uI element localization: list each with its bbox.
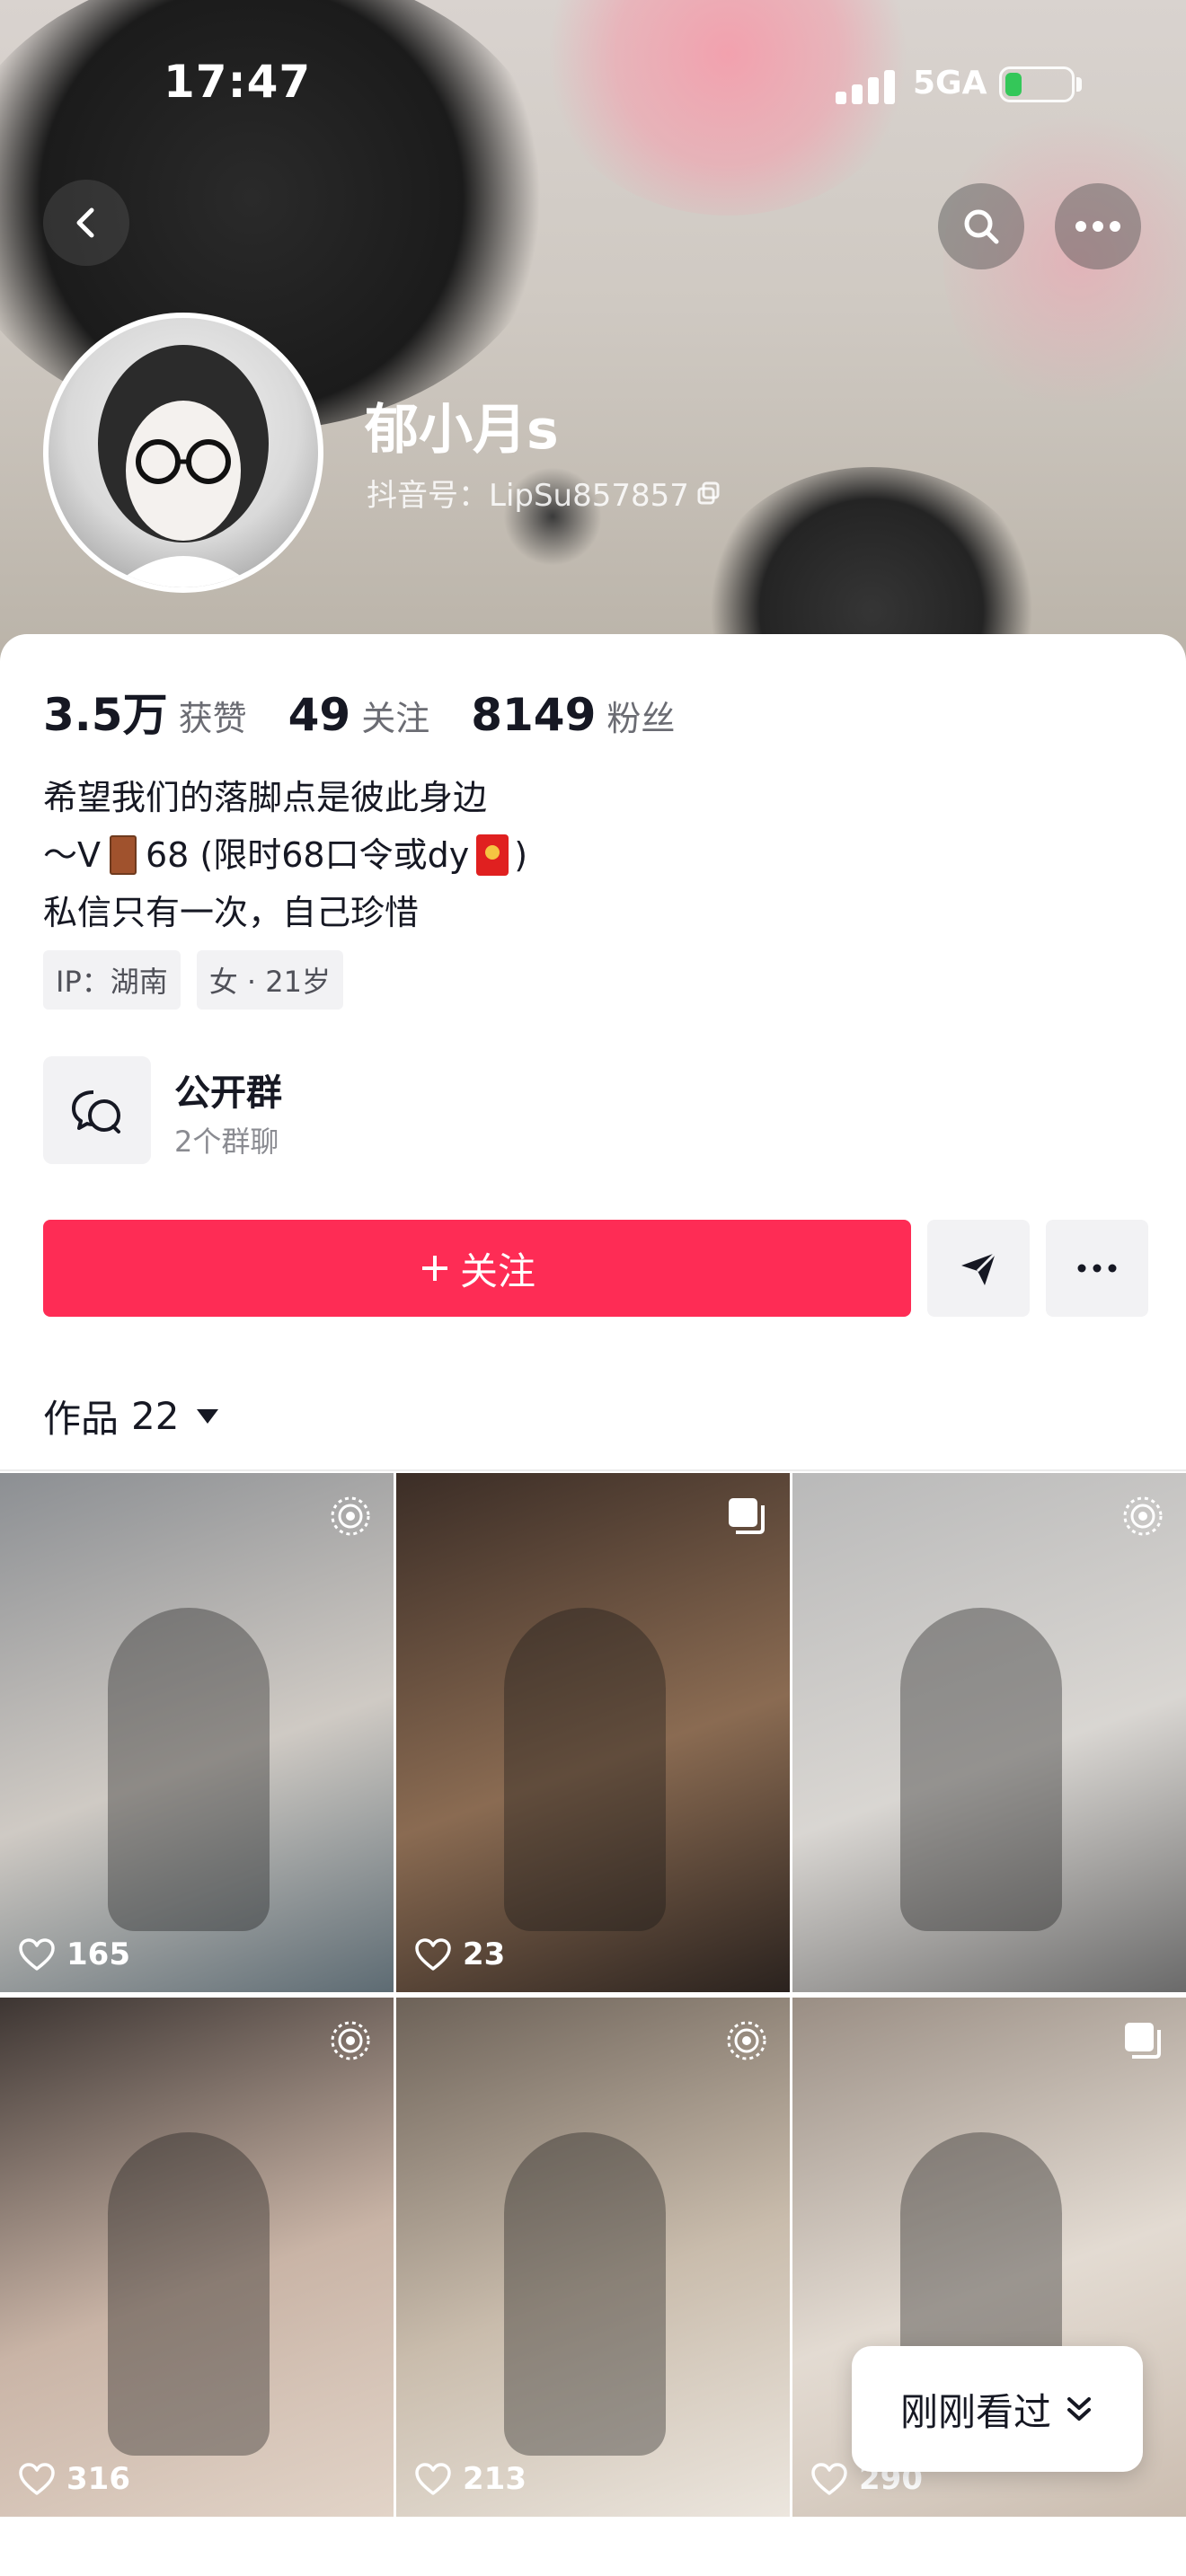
divider bbox=[0, 1469, 1186, 1471]
more-actions-button[interactable] bbox=[1046, 1220, 1148, 1317]
more-dots-icon bbox=[1075, 221, 1120, 232]
follow-button-label: 关注 bbox=[459, 1248, 535, 1293]
douyin-id[interactable]: 抖音号：LipSu857857 bbox=[367, 471, 721, 515]
tab-works-label: 作品 bbox=[43, 1397, 119, 1441]
signal-icon bbox=[836, 68, 898, 104]
douyin-id-text: 抖音号：LipSu857857 bbox=[367, 478, 689, 514]
battery-cap bbox=[1076, 77, 1082, 92]
tag-ip-location: IP：湖南 bbox=[43, 950, 181, 1010]
bio-line-2-suffix: ) bbox=[514, 835, 528, 875]
video-thumbnail-figure bbox=[108, 2132, 270, 2456]
image-stack-icon bbox=[1121, 2019, 1164, 2066]
nickname: 郁小月s bbox=[365, 399, 559, 462]
tab-works-count: 22 bbox=[131, 1394, 180, 1438]
search-icon bbox=[964, 209, 999, 244]
avatar-illustration bbox=[98, 345, 269, 587]
double-chevron-down-icon bbox=[1067, 2397, 1091, 2421]
stat-following[interactable]: 49 关注 bbox=[288, 689, 430, 741]
video-like-count: 165 bbox=[18, 1936, 130, 1972]
video-like-number: 165 bbox=[66, 1936, 130, 1972]
recently-viewed-button[interactable]: 刚刚看过 bbox=[852, 2346, 1143, 2472]
stat-followers[interactable]: 8149 粉丝 bbox=[471, 689, 675, 741]
stat-followers-label: 粉丝 bbox=[606, 699, 676, 738]
heart-icon bbox=[19, 2463, 55, 2495]
live-photo-icon bbox=[1121, 1495, 1164, 1541]
stat-likes-value: 3.5万 bbox=[43, 689, 168, 741]
live-photo-icon bbox=[329, 2019, 372, 2066]
more-button[interactable] bbox=[1055, 183, 1141, 269]
network-label: 5GA bbox=[913, 65, 987, 101]
copy-icon[interactable] bbox=[696, 481, 721, 506]
profile-cover: 17:47 5GA 郁小月s 抖音号：LipSu857857 bbox=[0, 0, 1186, 683]
image-stack-icon bbox=[725, 1495, 768, 1541]
bio-line-2-middle: 68 (限时68口令或dy bbox=[146, 835, 470, 875]
video-like-number: 213 bbox=[463, 2461, 527, 2497]
stat-followers-value: 8149 bbox=[471, 689, 597, 741]
chevron-left-icon bbox=[76, 207, 94, 238]
profile-tags: IP：湖南 女 · 21岁 bbox=[43, 950, 343, 1010]
stat-likes-label: 获赞 bbox=[178, 699, 247, 738]
profile-stats: 3.5万 获赞 49 关注 8149 粉丝 bbox=[43, 679, 716, 744]
recently-viewed-label: 刚刚看过 bbox=[899, 2389, 1051, 2434]
video-like-count: 213 bbox=[414, 2461, 527, 2497]
stat-likes: 3.5万 获赞 bbox=[43, 679, 247, 744]
heart-icon bbox=[415, 2463, 451, 2495]
group-title: 公开群 bbox=[174, 1072, 282, 1114]
video-thumbnail-figure bbox=[504, 2132, 666, 2456]
bio: 希望我们的落脚点是彼此身边 ～V 68 (限时68口令或dy ) 私信只有一次，… bbox=[43, 769, 527, 941]
video-like-count: 316 bbox=[18, 2461, 130, 2497]
door-emoji-icon bbox=[110, 835, 137, 875]
video-thumbnail-figure bbox=[900, 1608, 1062, 1931]
video-like-count: 23 bbox=[414, 1936, 505, 1972]
back-button[interactable] bbox=[43, 180, 129, 266]
avatar[interactable] bbox=[43, 313, 323, 593]
bio-line-2-prefix: ～V bbox=[43, 835, 101, 875]
heart-icon bbox=[19, 1938, 55, 1971]
group-chat-icon bbox=[43, 1056, 151, 1164]
status-time: 17:47 bbox=[164, 56, 312, 108]
bio-line-3: 私信只有一次，自己珍惜 bbox=[43, 893, 420, 932]
video-tile[interactable]: 23 bbox=[396, 1473, 790, 1992]
group-subtitle: 2个群聊 bbox=[174, 1125, 279, 1159]
heart-icon bbox=[811, 2463, 847, 2495]
plus-icon bbox=[421, 1256, 447, 1281]
live-photo-icon bbox=[329, 1495, 372, 1541]
red-envelope-emoji-icon bbox=[476, 834, 509, 876]
video-thumbnail-figure bbox=[108, 1608, 270, 1931]
public-group-entry[interactable]: 公开群 2个群聊 bbox=[43, 1056, 582, 1164]
bio-line-1: 希望我们的落脚点是彼此身边 bbox=[43, 778, 488, 817]
video-like-number: 316 bbox=[66, 2461, 130, 2497]
video-like-number: 23 bbox=[463, 1936, 506, 1972]
video-tile[interactable]: 165 bbox=[0, 1473, 394, 1992]
more-dots-icon bbox=[1077, 1264, 1117, 1273]
message-button[interactable] bbox=[927, 1220, 1030, 1317]
video-tile[interactable]: 213 bbox=[396, 1998, 790, 2517]
tab-works[interactable]: 作品 22 bbox=[43, 1389, 219, 1443]
follow-button[interactable]: 关注 bbox=[43, 1220, 911, 1317]
video-thumbnail-figure bbox=[504, 1608, 666, 1931]
battery-icon bbox=[999, 66, 1075, 102]
caret-down-icon bbox=[197, 1408, 219, 1424]
search-button[interactable] bbox=[938, 183, 1024, 269]
live-photo-icon bbox=[725, 2019, 768, 2066]
video-tile[interactable]: 316 bbox=[0, 1998, 394, 2517]
stat-following-label: 关注 bbox=[361, 699, 430, 738]
heart-icon bbox=[415, 1938, 451, 1971]
tag-gender-age: 女 · 21岁 bbox=[196, 950, 343, 1010]
stat-following-value: 49 bbox=[288, 689, 351, 741]
bio-line-2: ～V 68 (限时68口令或dy ) bbox=[43, 826, 527, 884]
video-tile[interactable] bbox=[792, 1473, 1186, 1992]
send-message-icon bbox=[961, 1251, 997, 1285]
status-bar: 17:47 5GA bbox=[0, 54, 1186, 117]
